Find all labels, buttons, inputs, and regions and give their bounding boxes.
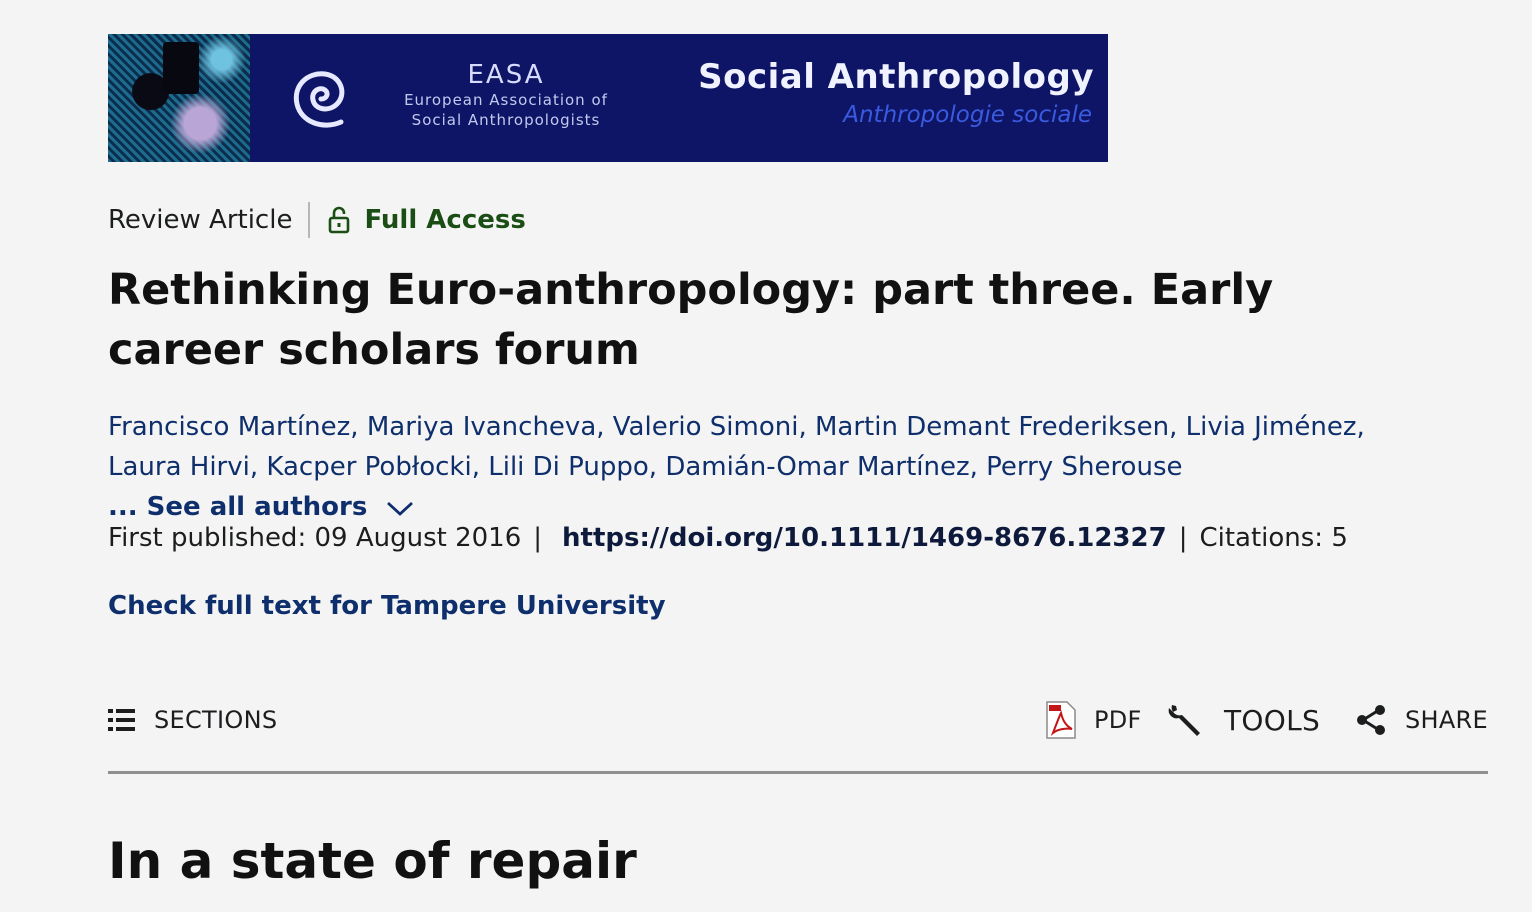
citations-label: Citations:	[1199, 523, 1324, 553]
citations-count[interactable]: 5	[1331, 523, 1348, 553]
tools-button[interactable]: TOOLS	[1166, 690, 1320, 750]
sections-button[interactable]: SECTIONS	[108, 690, 277, 750]
doi-link[interactable]: https://doi.org/10.1111/1469-8676.12327	[562, 523, 1167, 553]
pdf-file-icon	[1046, 701, 1076, 739]
meta-divider	[308, 202, 311, 238]
list-icon	[108, 709, 135, 731]
journal-title-block: Social Anthropology Anthropologie social…	[698, 54, 1094, 130]
easa-spiral-logo	[293, 71, 345, 128]
author-link[interactable]: Damián-Omar Martínez	[665, 452, 969, 482]
access-label: Full Access	[364, 205, 526, 235]
article-type: Review Article	[108, 205, 293, 235]
easa-title: EASA	[467, 60, 545, 90]
article-toolbar: SECTIONS PDF TOOLS SHARE	[108, 690, 1488, 750]
author-link[interactable]: Valerio Simoni	[613, 412, 799, 442]
easa-line-2: Social Anthropologists	[411, 111, 601, 129]
first-published-label: First published:	[108, 523, 307, 553]
easa-line-1: European Association of	[404, 91, 608, 109]
sections-label: SECTIONS	[154, 706, 278, 734]
share-button[interactable]: SHARE	[1355, 690, 1488, 750]
journal-subtitle: Anthropologie sociale	[843, 102, 1092, 128]
pdf-label: PDF	[1094, 706, 1142, 734]
banner-photo	[108, 34, 250, 162]
author-link[interactable]: Mariya Ivancheva	[367, 412, 596, 442]
journal-title: Social Anthropology	[698, 57, 1094, 97]
toolbar-divider	[108, 771, 1488, 774]
author-link[interactable]: Laura Hirvi	[108, 452, 250, 482]
author-link[interactable]: Perry Sherouse	[986, 452, 1182, 482]
first-published-date: 09 August 2016	[314, 523, 522, 553]
share-label: SHARE	[1404, 706, 1488, 734]
info-separator: |	[1178, 523, 1188, 553]
article-title: Rethinking Euro-anthropology: part three…	[108, 265, 1274, 375]
easa-text-block: EASA European Association of Social Anth…	[386, 60, 626, 130]
publication-info: First published: 09 August 2016 | https://…	[108, 518, 1348, 558]
chevron-down-icon	[387, 501, 414, 516]
author-link[interactable]: Kacper Pobłocki	[266, 452, 471, 482]
access-badge: Full Access	[328, 205, 526, 235]
author-list: Francisco Martínez, Mariya Ivancheva, Va…	[108, 412, 1365, 522]
pdf-button[interactable]: PDF	[1046, 690, 1142, 750]
info-separator: |	[533, 523, 543, 553]
wrench-icon	[1168, 705, 1200, 736]
open-lock-icon	[329, 206, 350, 234]
share-icon	[1356, 705, 1385, 735]
author-link[interactable]: Francisco Martínez	[108, 412, 350, 442]
author-link[interactable]: Martin Demant Frederiksen	[815, 412, 1169, 442]
article-meta-line: Review Article Full Access	[108, 200, 526, 240]
check-full-text-link[interactable]: Check full text for Tampere University	[108, 586, 666, 626]
section-heading: In a state of repair	[108, 832, 637, 890]
author-link[interactable]: Livia Jiménez	[1186, 412, 1357, 442]
journal-banner[interactable]: EASA European Association of Social Anth…	[108, 34, 1108, 162]
tools-label: TOOLS	[1224, 703, 1321, 737]
author-link[interactable]: Lili Di Puppo	[488, 452, 649, 482]
